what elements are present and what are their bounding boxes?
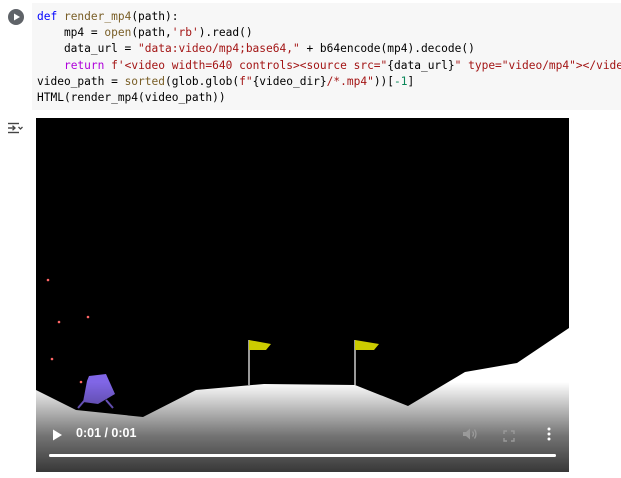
particle	[57, 320, 61, 324]
output-toggle-icon[interactable]	[7, 119, 23, 134]
code-token: {video_dir}	[252, 74, 327, 88]
flag-right	[355, 340, 379, 350]
code-token: ).read()	[198, 26, 253, 40]
play-icon	[53, 429, 62, 441]
progress-fill	[49, 454, 556, 457]
code-token: -1	[394, 74, 408, 88]
code-token: <video width=640 controls><source src="	[124, 58, 388, 72]
code-token: + b64encode(mp4).decode()	[299, 42, 475, 56]
code-editor[interactable]: def render_mp4(path): mp4 = open(path,'r…	[32, 3, 621, 110]
code-token: video_path =	[37, 74, 125, 88]
fullscreen-button[interactable]	[503, 427, 515, 446]
code-line: def render_mp4(path):	[37, 9, 621, 25]
particle	[46, 278, 50, 282]
particle	[50, 357, 54, 361]
code-token: " type="video/mp4"></video>'	[454, 58, 621, 72]
volume-icon	[463, 428, 477, 440]
code-token: {data_url}	[387, 58, 455, 72]
code-token: sorted	[124, 74, 165, 88]
progress-bar[interactable]	[49, 454, 556, 457]
code-token: (path,	[131, 26, 172, 40]
code-token: HTML(render_mp4(video_path))	[37, 90, 226, 104]
code-line: data_url = "data:video/mp4;base64," + b6…	[37, 41, 621, 57]
code-token: render_mp4	[63, 10, 132, 23]
code-text: def render_mp4(path): mp4 = open(path,'r…	[37, 9, 621, 106]
code-token: open	[104, 26, 132, 40]
code-token: (glob.glob(	[164, 74, 240, 88]
code-line: HTML(render_mp4(video_path))	[37, 90, 621, 106]
play-button[interactable]	[50, 427, 64, 446]
play-icon	[14, 13, 20, 21]
code-token: def	[37, 10, 64, 23]
more-options-button[interactable]	[546, 426, 552, 445]
mute-button[interactable]	[462, 426, 478, 445]
video-player[interactable]: 0:01 / 0:01	[36, 118, 569, 472]
run-cell-button[interactable]	[8, 9, 24, 25]
code-token: return	[63, 58, 105, 72]
code-token: ]	[407, 74, 415, 88]
particle	[86, 315, 90, 319]
code-token: ))[	[373, 74, 395, 88]
more-options-icon	[547, 427, 551, 441]
code-cell: def render_mp4(path): mp4 = open(path,'r…	[0, 0, 621, 110]
code-line: video_path = sorted(glob.glob(f"{video_d…	[37, 74, 621, 90]
code-token: f'	[104, 58, 125, 72]
code-token: 'rb'	[171, 26, 199, 40]
code-token: mp4 =	[37, 26, 105, 40]
code-token: (path):	[131, 10, 179, 23]
code-line: mp4 = open(path,'rb').read()	[37, 25, 621, 41]
code-token: "data:video/mp4;base64,"	[138, 42, 300, 56]
code-token: /*.mp4"	[326, 74, 374, 88]
fullscreen-icon	[503, 430, 515, 442]
time-display: 0:01 / 0:01	[76, 426, 137, 440]
code-line: return f'<video width=640 controls><sour…	[37, 58, 621, 74]
flag-left	[249, 340, 271, 350]
code-token: f"	[239, 74, 253, 88]
code-token: data_url =	[37, 42, 139, 56]
